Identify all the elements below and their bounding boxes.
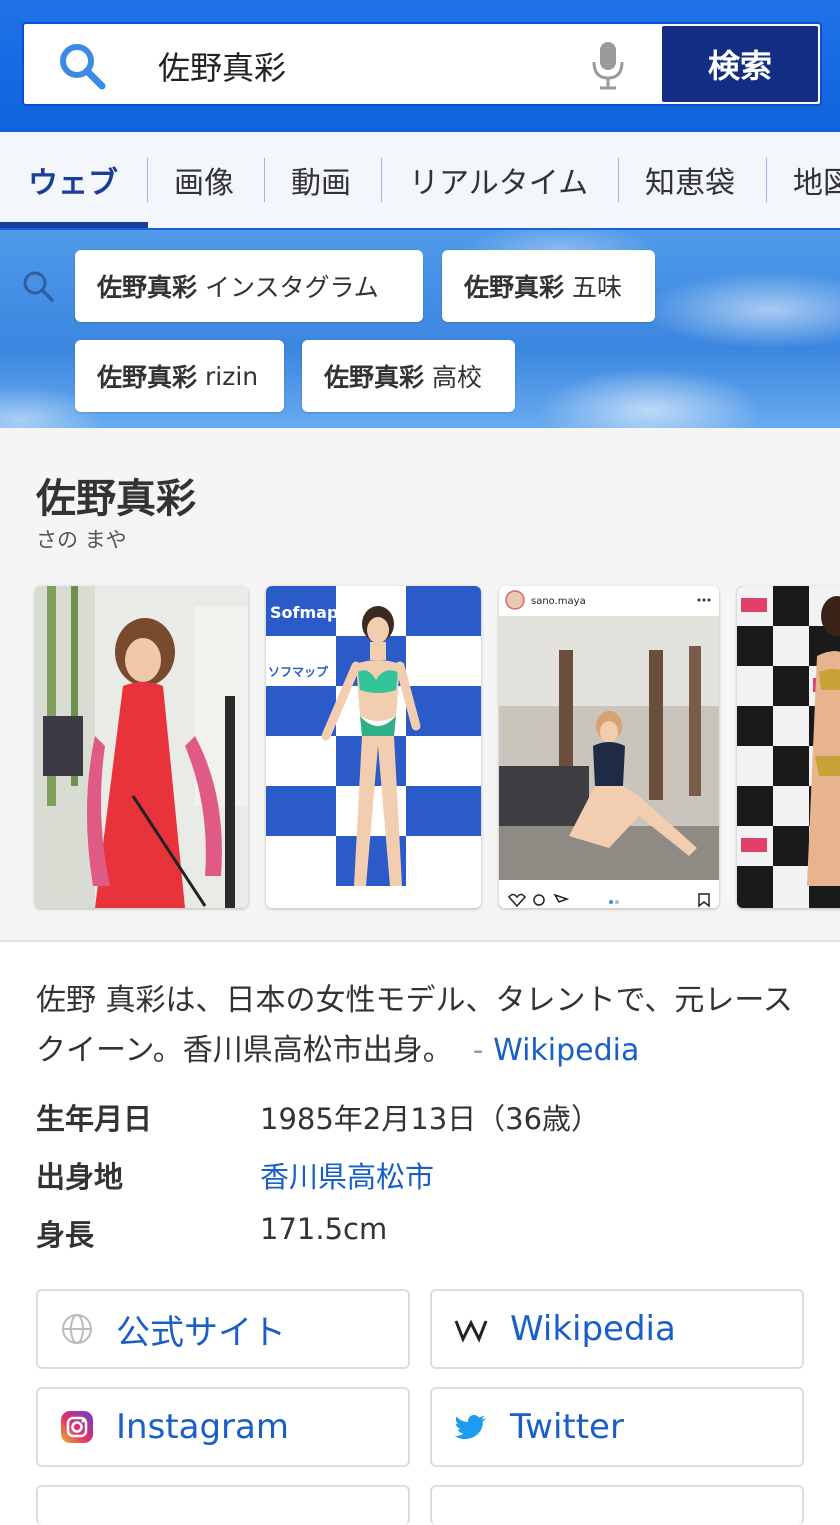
tab-divider bbox=[264, 158, 265, 202]
suggestion-bold: 佐野真彩 bbox=[324, 363, 425, 392]
microphone-icon[interactable] bbox=[590, 40, 626, 92]
tab-realtime[interactable]: リアルタイム bbox=[409, 132, 588, 228]
entity-reading: さの まや bbox=[36, 528, 127, 552]
wikipedia-icon bbox=[454, 1312, 488, 1346]
entity-photo[interactable]: Sofmap ソフマップ bbox=[266, 586, 481, 908]
instagram-post-photo: sano.maya bbox=[499, 586, 719, 908]
official-site-label: 公式サイト bbox=[116, 1312, 286, 1353]
search-header: 検索 bbox=[0, 0, 840, 132]
tab-map[interactable]: 地図 bbox=[793, 132, 840, 228]
tab-web[interactable]: ウェブ bbox=[28, 132, 118, 228]
description-text: 佐野 真彩は、日本の女性モデル、タレントで、元レースクイーン。香川県高松市出身。 bbox=[36, 983, 793, 1068]
search-icon[interactable] bbox=[56, 40, 108, 92]
globe-icon bbox=[60, 1312, 94, 1346]
suggestion-bold: 佐野真彩 bbox=[97, 273, 198, 302]
more-link-button[interactable] bbox=[36, 1485, 410, 1525]
suggestion-rest: 五味 bbox=[572, 273, 623, 302]
fact-value-birthplace[interactable]: 香川県高松市 bbox=[260, 1154, 434, 1196]
suggestion-bold: 佐野真彩 bbox=[97, 363, 198, 392]
tab-divider bbox=[618, 158, 619, 202]
suggestion-chip[interactable]: 佐野真彩 インスタグラム bbox=[75, 250, 423, 322]
knowledge-panel-header: 佐野真彩 さの まや Sofmap ソフマップ sano.maya bbox=[0, 428, 840, 942]
search-input[interactable] bbox=[156, 42, 560, 90]
related-searches: 佐野真彩 インスタグラム 佐野真彩 五味 佐野真彩 rizin 佐野真彩 高校 bbox=[0, 230, 840, 428]
twitter-button[interactable]: Twitter bbox=[430, 1387, 804, 1467]
twitter-label: Twitter bbox=[510, 1407, 624, 1447]
entity-photo[interactable]: sano.maya bbox=[499, 586, 719, 908]
suggestion-chip[interactable]: 佐野真彩 五味 bbox=[442, 250, 655, 322]
search-box[interactable]: 検索 bbox=[22, 22, 822, 106]
search-icon bbox=[23, 271, 54, 302]
description-source-link[interactable]: Wikipedia bbox=[493, 1033, 639, 1068]
tab-videos[interactable]: 動画 bbox=[291, 132, 351, 228]
wikipedia-button[interactable]: Wikipedia bbox=[430, 1289, 804, 1369]
suggestion-rest: インスタグラム bbox=[205, 273, 379, 302]
tab-divider bbox=[381, 158, 382, 202]
gold-bikini-photo bbox=[737, 586, 840, 908]
instagram-icon bbox=[60, 1410, 94, 1444]
instagram-button[interactable]: Instagram bbox=[36, 1387, 410, 1467]
search-button[interactable]: 検索 bbox=[662, 26, 818, 102]
tab-images[interactable]: 画像 bbox=[174, 132, 234, 228]
sofmap-logo-text-jp: ソフマップ bbox=[268, 664, 329, 679]
fact-label-height: 身長 bbox=[36, 1218, 95, 1252]
fact-label-birthdate: 生年月日 bbox=[36, 1102, 153, 1136]
tab-chiebukuro[interactable]: 知恵袋 bbox=[645, 132, 735, 228]
suggestion-rest: rizin bbox=[205, 361, 259, 391]
search-type-tabs: ウェブ 画像 動画 リアルタイム 知恵袋 地図 bbox=[0, 132, 840, 230]
active-tab-indicator bbox=[0, 222, 148, 228]
wikipedia-label: Wikipedia bbox=[510, 1309, 676, 1349]
suggestion-chip[interactable]: 佐野真彩 高校 bbox=[302, 340, 515, 412]
sofmap-event-photo: Sofmap ソフマップ bbox=[266, 586, 481, 908]
fact-value-birthdate: 1985年2月13日（36歳） bbox=[260, 1102, 601, 1136]
fact-label-birthplace: 出身地 bbox=[36, 1160, 124, 1194]
entity-photo[interactable] bbox=[737, 586, 840, 908]
tab-divider bbox=[766, 158, 767, 202]
twitter-icon bbox=[454, 1410, 488, 1444]
suggestion-chip[interactable]: 佐野真彩 rizin bbox=[75, 340, 284, 412]
red-dress-photo bbox=[35, 586, 248, 908]
suggestion-rest: 高校 bbox=[432, 363, 483, 392]
entity-description: 佐野 真彩は、日本の女性モデル、タレントで、元レースクイーン。香川県高松市出身。… bbox=[36, 976, 806, 1076]
official-site-button[interactable]: 公式サイト bbox=[36, 1289, 410, 1369]
entity-photo[interactable] bbox=[35, 586, 248, 908]
tab-divider bbox=[147, 158, 148, 202]
description-source-prefix: - bbox=[472, 1033, 484, 1068]
fact-value-height: 171.5cm bbox=[260, 1212, 388, 1246]
sofmap-logo-text: Sofmap bbox=[270, 603, 338, 622]
instagram-username: sano.maya bbox=[531, 596, 586, 607]
suggestion-bold: 佐野真彩 bbox=[464, 273, 565, 302]
more-link-button[interactable] bbox=[430, 1485, 804, 1525]
entity-title: 佐野真彩 bbox=[36, 476, 196, 522]
instagram-label: Instagram bbox=[116, 1407, 289, 1447]
